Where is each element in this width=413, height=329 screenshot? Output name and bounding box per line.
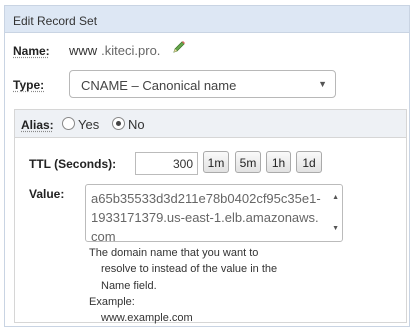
name-label: Name: — [13, 44, 50, 58]
alias-no-radio[interactable] — [112, 117, 125, 130]
value-textarea[interactable]: a65b35533d3d211e78b0402cf95c35e1-1933171… — [85, 184, 343, 242]
edit-record-set-panel: Edit Record Set Name: www .kiteci.pro. Ty… — [4, 5, 410, 327]
ttl-input[interactable]: 300 — [135, 152, 198, 175]
help-example-label: Example: — [89, 295, 135, 308]
alias-yes-label[interactable]: Yes — [78, 117, 99, 132]
chevron-down-icon: ▼ — [318, 79, 327, 89]
record-details-section: Alias: Yes No TTL (Seconds): 300 1m 5m 1… — [14, 109, 407, 326]
ttl-1m-button[interactable]: 1m — [203, 151, 229, 173]
alias-label: Alias: — [21, 118, 54, 132]
pencil-icon[interactable] — [172, 40, 186, 54]
panel-title: Edit Record Set — [5, 6, 409, 33]
type-select[interactable]: CNAME – Canonical name ▼ — [69, 70, 336, 98]
alias-bar: Alias: Yes No — [15, 110, 406, 138]
ttl-5m-button[interactable]: 5m — [235, 151, 261, 173]
help-line: resolve to instead of the value in the — [101, 263, 278, 276]
value-label: Value: — [29, 187, 65, 201]
type-selected-value: CNAME – Canonical name — [81, 78, 237, 93]
alias-yes-radio[interactable] — [62, 117, 75, 130]
name-value: www .kiteci.pro. — [69, 43, 160, 58]
value-help-text: The domain name that you want to resolve… — [89, 245, 277, 326]
help-example-value: www.example.com — [101, 312, 193, 325]
name-domain: .kiteci.pro. — [101, 43, 161, 58]
type-label: Type: — [13, 78, 45, 92]
scroll-up-icon[interactable]: ▲ — [332, 188, 339, 207]
name-prefix: www — [69, 43, 98, 58]
ttl-1h-button[interactable]: 1h — [266, 151, 291, 173]
ttl-1d-button[interactable]: 1d — [296, 151, 322, 173]
help-line: Name field. — [101, 279, 157, 292]
ttl-label: TTL (Seconds): — [29, 157, 117, 171]
alias-no-label[interactable]: No — [128, 117, 145, 132]
value-text: a65b35533d3d211e78b0402cf95c35e1-1933171… — [91, 191, 321, 242]
scroll-down-icon[interactable]: ▼ — [332, 219, 339, 238]
help-line: The domain name that you want to — [89, 247, 259, 259]
